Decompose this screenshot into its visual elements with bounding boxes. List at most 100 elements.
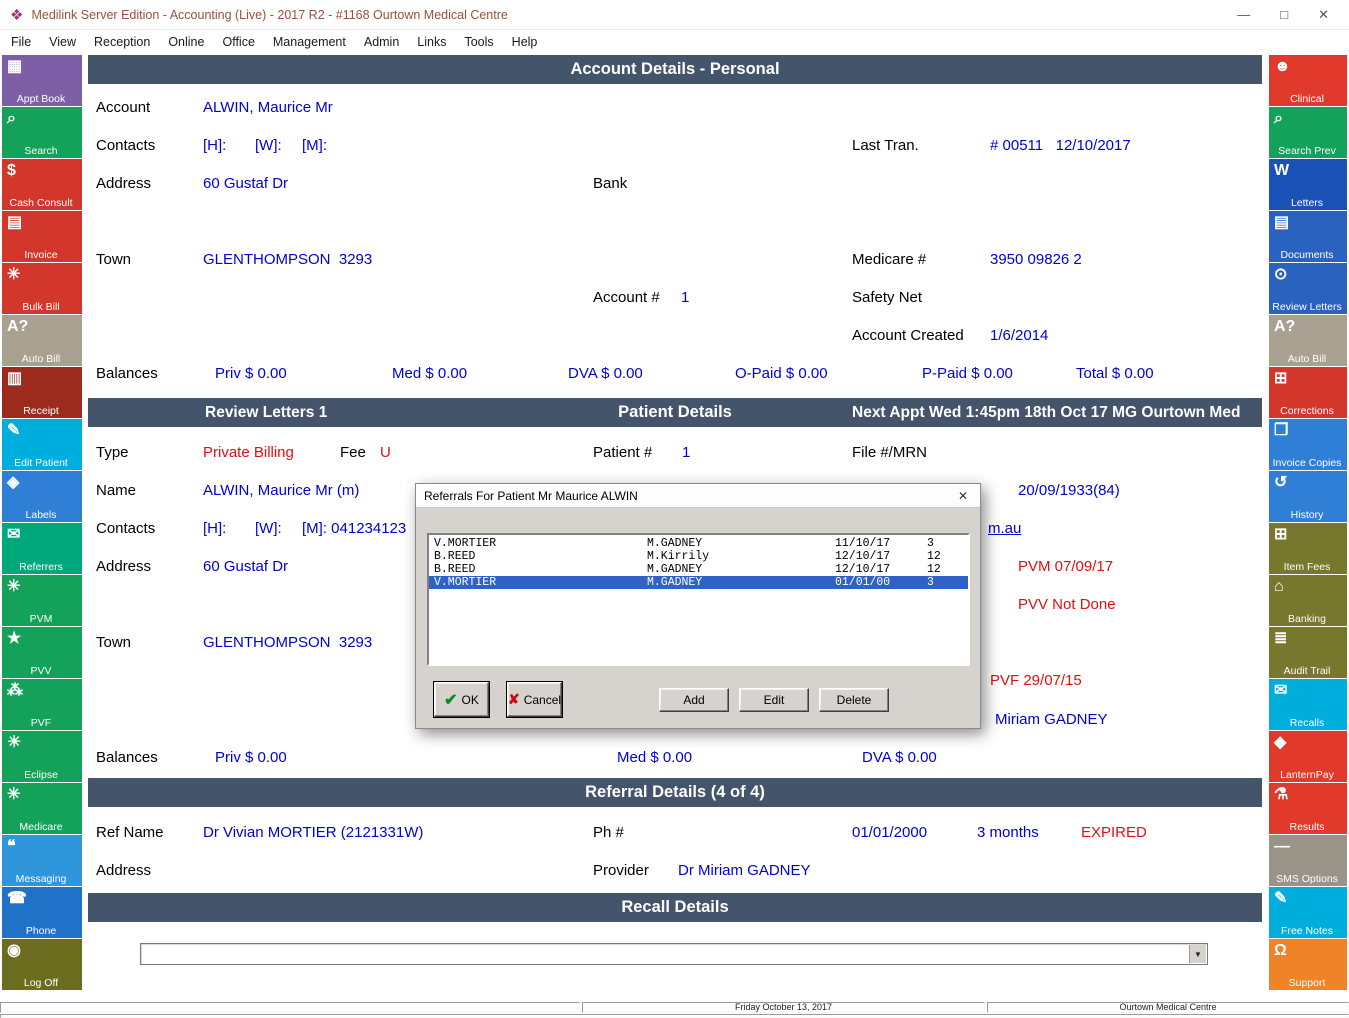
left-bulk-bill-button[interactable]: ✳ Bulk Bill [2,263,82,314]
town-label: Town [96,251,132,268]
right-lanternpay-button[interactable]: ◆ LanternPay [1269,731,1347,782]
sidebar-button-label: Free Notes [1281,924,1333,937]
cash-consult-icon: $ [7,162,16,179]
ref-name-label: Ref Name [96,824,164,841]
right-history-button[interactable]: ↺ History [1269,471,1347,522]
right-audit-trail-button[interactable]: ≣ Audit Trail [1269,627,1347,678]
left-messaging-button[interactable]: ❝ Messaging [2,835,82,886]
menu-tools[interactable]: Tools [455,32,502,52]
left-edit-patient-button[interactable]: ✎ Edit Patient [2,419,82,470]
left-search-button[interactable]: ⌕ Search [2,107,82,158]
referral-row-date: 11/10/17 [835,537,891,550]
dialog-close-button[interactable]: ✕ [954,489,972,503]
dialog-title-bar[interactable]: Referrals For Patient Mr Maurice ALWIN ✕ [416,484,980,508]
right-clinical-button[interactable]: ☻ Clinical [1269,55,1347,106]
edit-button[interactable]: Edit [739,688,809,712]
type-label: Type [96,444,129,461]
right-banking-button[interactable]: ⌂ Banking [1269,575,1347,626]
left-referrers-button[interactable]: ✉ Referrers [2,523,82,574]
check-icon: ✔ [444,691,458,709]
balance-ppaid: P-Paid $ 0.00 [922,365,1013,382]
referral-row-date: 12/10/17 [835,563,891,576]
sidebar-button-label: Bulk Bill [22,300,60,313]
referral-details-title: Referral Details (4 of 4) [585,783,765,801]
close-button[interactable]: ✕ [1318,7,1329,23]
menu-online[interactable]: Online [159,32,213,52]
right-results-button[interactable]: ⚗ Results [1269,783,1347,834]
right-review-letters-button[interactable]: ⊙ Review Letters [1269,263,1347,314]
left-labels-button[interactable]: ◈ Labels [2,471,82,522]
right-recalls-button[interactable]: ✉ Recalls [1269,679,1347,730]
support-icon: Ω [1274,942,1287,959]
menu-office[interactable]: Office [213,32,263,52]
ph-label: Ph # [593,824,624,841]
maximize-button[interactable]: □ [1280,7,1288,23]
left-invoice-button[interactable]: ▤ Invoice [2,211,82,262]
cancel-button[interactable]: ✘ Cancel [506,681,563,718]
right-corrections-button[interactable]: ⊞ Corrections [1269,367,1347,418]
account-number-value: 1 [681,289,690,306]
left-cash-consult-button[interactable]: $ Cash Consult [2,159,82,210]
log-off-icon: ◉ [7,942,21,959]
menu-view[interactable]: View [40,32,85,52]
left-pvm-button[interactable]: ✳ PVM [2,575,82,626]
medicare-number-value: 3950 09826 2 [990,251,1082,268]
add-button[interactable]: Add [659,688,729,712]
referral-row-months: 12 [927,550,941,563]
left-pvv-button[interactable]: ★ PVV [2,627,82,678]
patient-number-label: Patient # [593,444,653,461]
menu-reception[interactable]: Reception [85,32,159,52]
sidebar-button-label: Log Off [23,976,59,989]
recall-combobox[interactable]: ▼ [140,943,1208,965]
clinical-icon: ☻ [1274,58,1291,75]
patient-contacts-work: [W]: [255,520,282,537]
right-letters-button[interactable]: W Letters [1269,159,1347,210]
referral-row[interactable]: B.REED M.GADNEY 12/10/17 12 [429,563,968,576]
left-appt-book-button[interactable]: ▦ Appt Book [2,55,82,106]
referral-row-provider: M.GADNEY [647,576,703,589]
left-log-off-button[interactable]: ◉ Log Off [2,939,82,990]
email-link[interactable]: m.au [988,519,1021,539]
right-sms-options-button[interactable]: — SMS Options [1269,835,1347,886]
referral-row[interactable]: V.MORTIER M.GADNEY 01/01/00 3 [429,576,968,589]
review-letters-button[interactable]: Review Letters 1 [205,398,327,427]
sms-options-icon: — [1274,838,1290,855]
left-pvf-button[interactable]: ⁂ PVF [2,679,82,730]
right-auto-bill-button[interactable]: A? Auto Bill [1269,315,1347,366]
patient-town-value: GLENTHOMPSON 3293 [203,634,373,651]
menu-admin[interactable]: Admin [355,32,408,52]
left-phone-button[interactable]: ☎ Phone [2,887,82,938]
menu-help[interactable]: Help [503,32,547,52]
chevron-down-icon[interactable]: ▼ [1189,945,1206,963]
results-icon: ⚗ [1274,786,1289,803]
referral-row[interactable]: V.MORTIER M.GADNEY 11/10/17 3 [429,537,968,550]
right-documents-button[interactable]: ▤ Documents [1269,211,1347,262]
right-free-notes-button[interactable]: ✎ Free Notes [1269,887,1347,938]
phone-icon: ☎ [7,890,27,907]
account-created-label: Account Created [852,327,964,344]
menu-management[interactable]: Management [264,32,355,52]
minimize-button[interactable]: — [1237,7,1250,23]
next-appt-text[interactable]: Next Appt Wed 1:45pm 18th Oct 17 MG Ourt… [852,398,1240,427]
menu-file[interactable]: File [2,32,40,52]
referral-row-referrer: B.REED [434,563,476,576]
delete-button[interactable]: Delete [819,688,889,712]
referral-date-value: 01/01/2000 [852,824,928,841]
left-receipt-button[interactable]: ▥ Receipt [2,367,82,418]
fee-value: U [380,444,391,461]
left-auto-bill-button[interactable]: A? Auto Bill [2,315,82,366]
right-support-button[interactable]: Ω Support [1269,939,1347,990]
referral-listbox[interactable]: V.MORTIER M.GADNEY 11/10/17 3 B.REED M.Kirril… [427,533,970,666]
referral-row[interactable]: B.REED M.Kirrily 12/10/17 12 [429,550,968,563]
left-eclipse-button[interactable]: ☀ Eclipse [2,731,82,782]
left-medicare-button[interactable]: ✳ Medicare [2,783,82,834]
ok-button[interactable]: ✔ OK [433,681,490,718]
account-details-title: Account Details - Personal [570,60,780,78]
banking-icon: ⌂ [1274,578,1284,595]
patient-balance-priv: Priv $ 0.00 [215,749,287,766]
right-invoice-copies-button[interactable]: ❐ Invoice Copies [1269,419,1347,470]
patient-balance-med: Med $ 0.00 [617,749,693,766]
menu-links[interactable]: Links [408,32,455,52]
right-item-fees-button[interactable]: ⊞ Item Fees [1269,523,1347,574]
right-search-prev-button[interactable]: ⌕ Search Prev [1269,107,1347,158]
